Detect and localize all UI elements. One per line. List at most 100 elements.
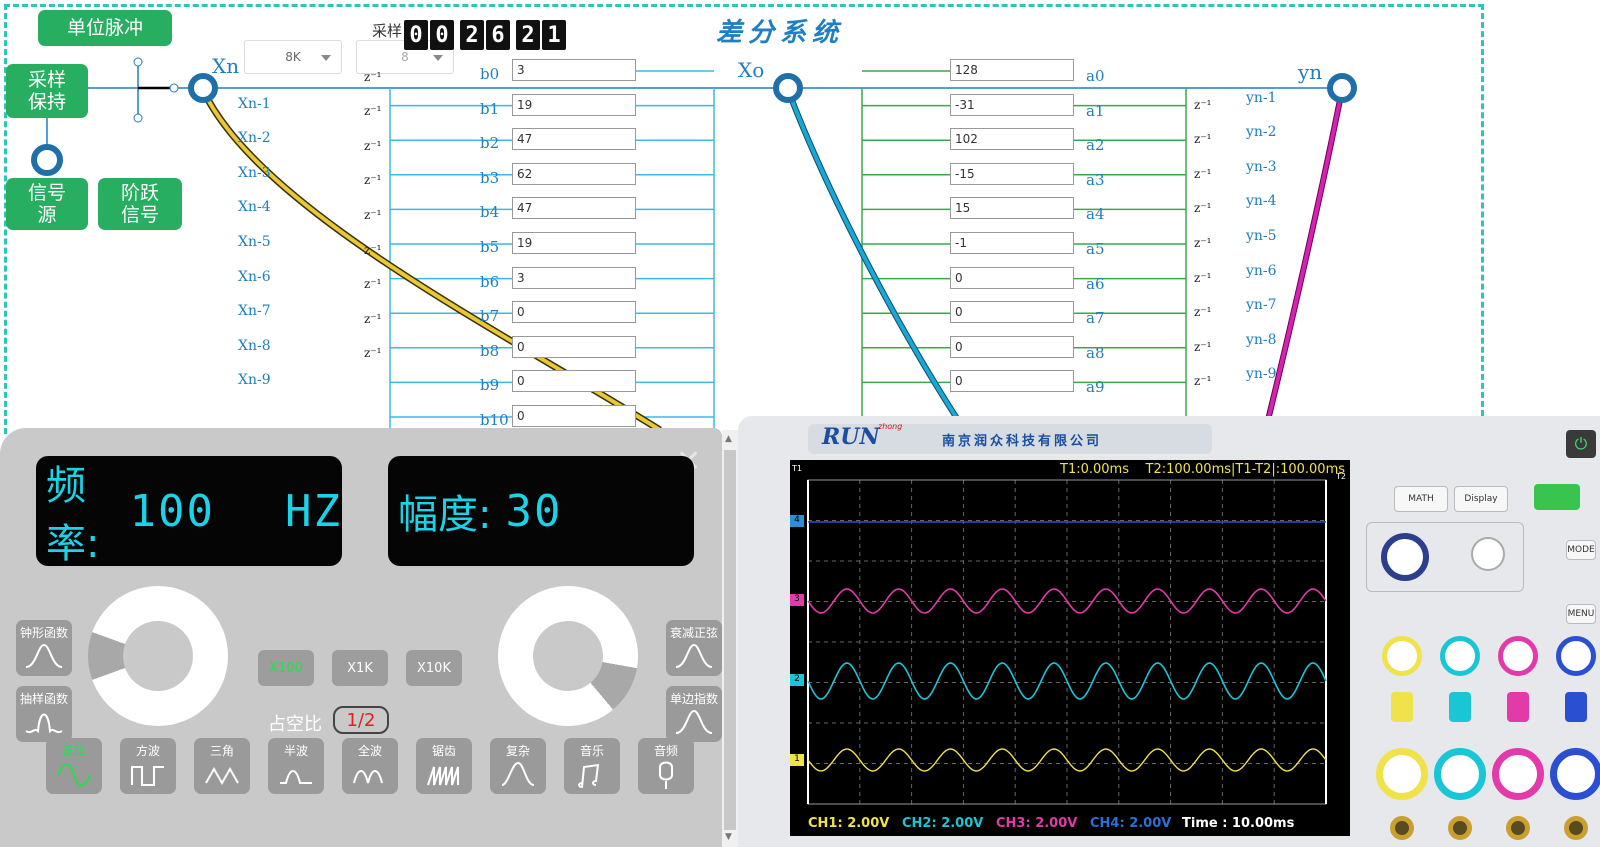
scroll-down-icon[interactable]: ▼ (725, 832, 732, 842)
x1k-button[interactable]: X1K (332, 650, 388, 686)
signal-source-button[interactable]: 信号 源 (6, 178, 88, 230)
damped-sine-button[interactable]: 衰减正弦 (666, 620, 722, 676)
brand-logo: RUN (822, 424, 880, 450)
y-delay-label: yn-2 (1246, 124, 1277, 141)
a-coef-input[interactable]: -31 (950, 93, 1074, 116)
waveform-button[interactable]: 三角 (194, 738, 250, 794)
channel-position-knob[interactable] (1556, 636, 1596, 676)
waveform-button[interactable]: 音频 (638, 738, 694, 794)
waveform-label: 锯齿 (431, 744, 456, 758)
waveform-button[interactable]: 正弦 (46, 738, 102, 794)
counter-digit: 6 (486, 20, 510, 50)
b-coef-input[interactable]: 19 (512, 93, 636, 116)
a-coef-label: a7 (1086, 309, 1105, 328)
b-coef-input[interactable]: 62 (512, 162, 636, 185)
z-delay-label: z⁻¹ (1194, 166, 1212, 181)
b-coef-input[interactable]: 0 (512, 335, 636, 358)
a-coef-input[interactable]: 0 (950, 335, 1074, 358)
waveform-button[interactable]: 方波 (120, 738, 176, 794)
duty-value[interactable]: 1/2 (333, 706, 389, 734)
sample-hold-button[interactable]: 采样 保持 (6, 64, 88, 118)
waveform-plot (807, 479, 1327, 805)
waveform-button[interactable]: 全波 (342, 738, 398, 794)
rate-select[interactable]: 8K (244, 40, 342, 74)
cursor-knob-2[interactable] (1471, 537, 1505, 571)
channel-scale-knob[interactable] (1550, 748, 1600, 800)
channel-scale-knob[interactable] (1434, 748, 1486, 800)
b-coef-input[interactable]: 3 (512, 59, 636, 81)
a-coef-input[interactable]: 15 (950, 197, 1074, 220)
bell-function-label: 钟形函数 (19, 626, 68, 640)
frequency-display: 频率: 100 HZ (36, 456, 342, 567)
b-coef-input[interactable]: 0 (512, 405, 636, 427)
damped-wave-icon (675, 643, 713, 668)
b-coef-input[interactable]: 3 (512, 266, 636, 289)
single-exp-button[interactable]: 单边指数 (666, 686, 722, 742)
math-button[interactable]: MATH (1394, 486, 1448, 512)
b-coef-input[interactable]: 19 (512, 232, 636, 254)
b-coef-input[interactable]: 47 (512, 197, 636, 220)
channel-position-knob[interactable] (1382, 636, 1422, 676)
ch3-marker: 3 (790, 594, 804, 606)
y-delay-label: yn-7 (1246, 297, 1277, 314)
channel-scale-knob[interactable] (1492, 748, 1544, 800)
a-coef-label: a9 (1086, 378, 1105, 397)
channel-position-knob[interactable] (1440, 636, 1480, 676)
z-delay-label: z⁻¹ (364, 277, 382, 292)
b-coef-input[interactable]: 0 (512, 370, 636, 393)
counter-digit: 0 (404, 20, 428, 50)
a-coef-input[interactable]: -15 (950, 162, 1074, 185)
a-coef-input[interactable]: 0 (950, 301, 1074, 324)
frequency-knob[interactable] (88, 586, 228, 726)
run-stop-button[interactable] (1534, 484, 1580, 510)
channel-toggle-button[interactable] (1449, 692, 1471, 722)
scrollbar[interactable]: ▲ ▼ (722, 430, 738, 847)
waveform-button[interactable]: 锯齿 (416, 738, 472, 794)
display-button[interactable]: Display (1454, 486, 1508, 512)
a-coef-input[interactable]: 102 (950, 128, 1074, 151)
counter-digit: 2 (460, 20, 484, 50)
waveform-button[interactable]: 半波 (268, 738, 324, 794)
ch3-scale: CH3: 2.00V (996, 816, 1078, 831)
waveform-icon (501, 761, 535, 786)
b-coef-input[interactable]: 0 (512, 301, 636, 324)
a-coef-input[interactable]: -1 (950, 232, 1074, 254)
menu-button[interactable]: MENU (1566, 604, 1596, 624)
channel-input-connector (1390, 816, 1414, 840)
damped-sine-label: 衰减正弦 (669, 626, 718, 640)
x-delay-label: Xn-7 (238, 303, 271, 320)
z-delay-label: z⁻¹ (1194, 201, 1212, 216)
power-icon[interactable]: ⏻ (1566, 430, 1596, 458)
bell-function-button[interactable]: 钟形函数 (16, 620, 72, 676)
cursor-knob-1[interactable] (1381, 533, 1429, 581)
sample-hold-line2: 保持 (27, 91, 66, 113)
waveform-label: 全波 (357, 744, 382, 758)
counter-digit: 2 (516, 20, 540, 50)
b-coef-input[interactable]: 47 (512, 128, 636, 151)
time-scale: Time : 10.00ms (1182, 816, 1295, 831)
a-coef-label: a5 (1086, 240, 1105, 258)
channel-toggle-button[interactable] (1565, 692, 1587, 722)
channel-toggle-button[interactable] (1391, 692, 1413, 722)
amplitude-knob[interactable] (472, 560, 664, 752)
mode-button[interactable]: MODE (1566, 540, 1596, 560)
waveform-button[interactable]: 音乐 (564, 738, 620, 794)
z-delay-label: z⁻¹ (364, 311, 382, 326)
waveform-button[interactable]: 复杂 (490, 738, 546, 794)
channel-position-knob[interactable] (1498, 636, 1538, 676)
x100-button[interactable]: X100 (258, 650, 314, 686)
a-coef-input[interactable]: 0 (950, 266, 1074, 289)
step-signal-button[interactable]: 阶跃 信号 (98, 178, 182, 230)
a-coef-input[interactable]: 0 (950, 370, 1074, 393)
x10k-button[interactable]: X10K (406, 650, 462, 686)
a-coef-label: a4 (1086, 205, 1105, 224)
unit-pulse-button[interactable]: 单位脉冲 (38, 10, 172, 46)
scrollbar-thumb[interactable] (724, 450, 736, 830)
b-coef-label: b2 (480, 134, 500, 153)
channel-scale-knob[interactable] (1376, 748, 1428, 800)
scroll-up-icon[interactable]: ▲ (725, 434, 732, 444)
a-coef-input[interactable]: 128 (950, 59, 1074, 81)
bell-wave-icon (25, 643, 63, 668)
channel-toggle-button[interactable] (1507, 692, 1529, 722)
sampling-function-button[interactable]: 抽样函数 (16, 686, 72, 742)
